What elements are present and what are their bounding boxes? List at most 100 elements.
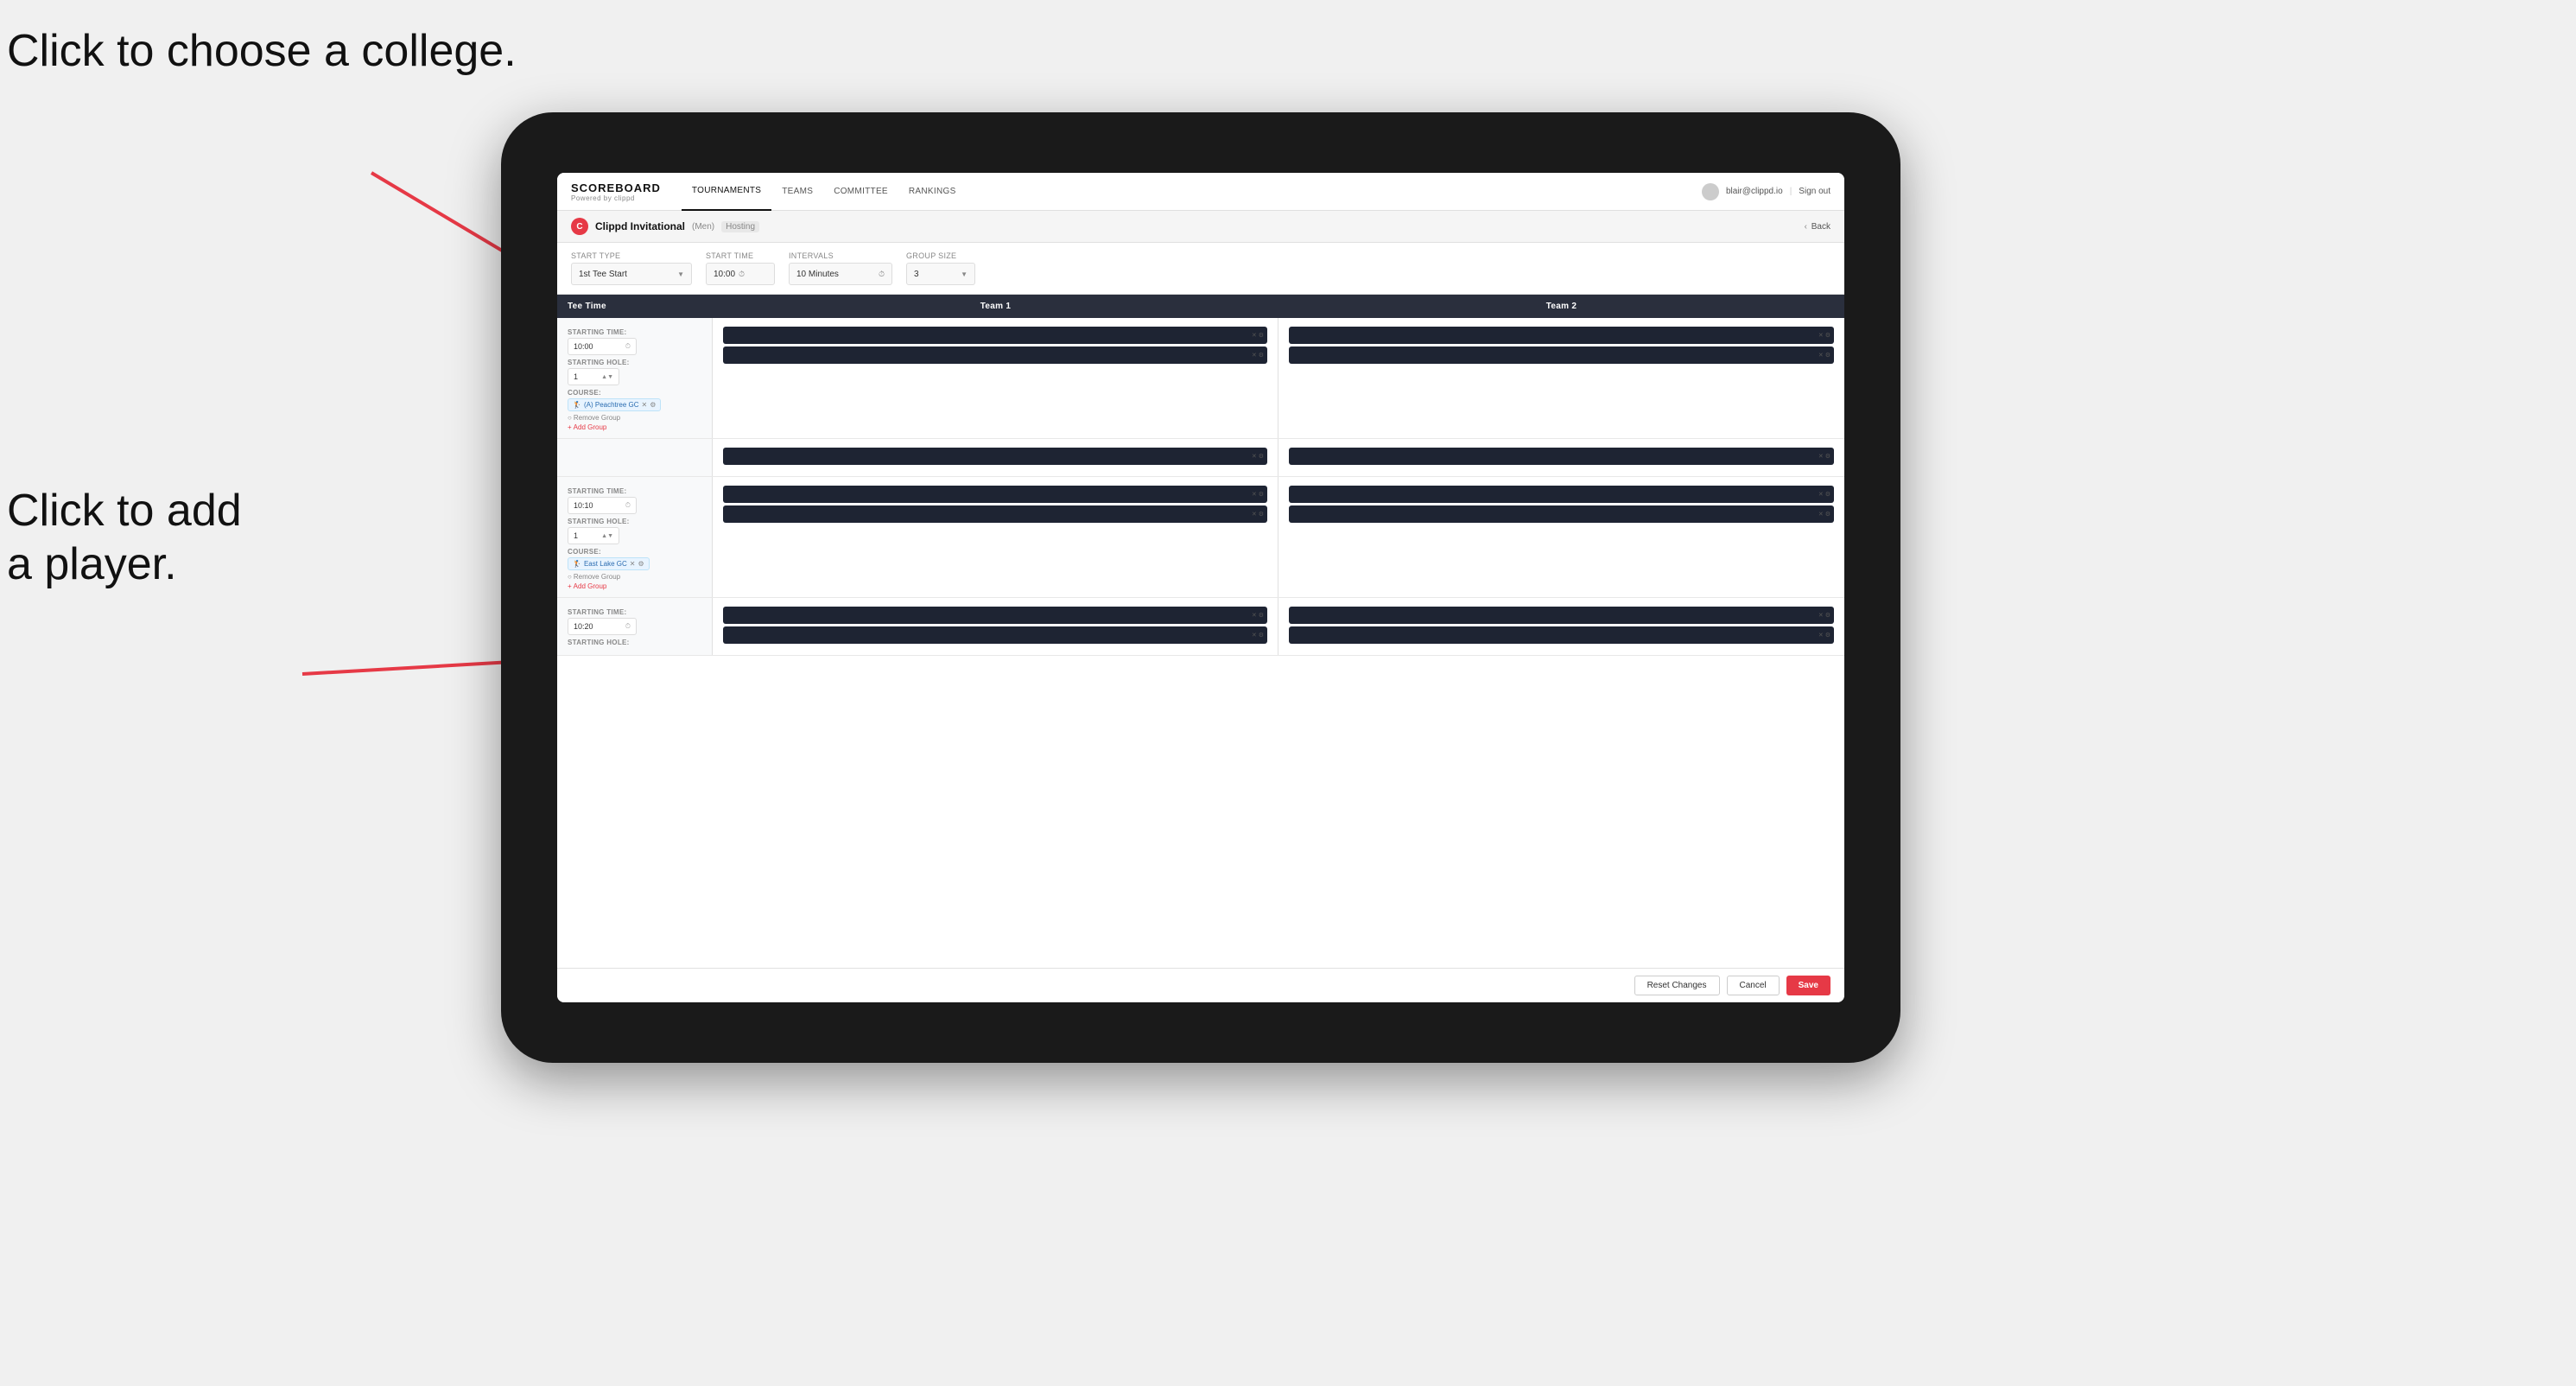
x-icon-3: ✕ xyxy=(1818,332,1824,339)
group-left-3: STARTING TIME: 10:20 ⏱ STARTING HOLE: xyxy=(557,598,713,655)
select-arrow-icon-4: ▲▼ xyxy=(601,533,613,539)
form-intervals: Intervals 10 Minutes ⏱ xyxy=(789,251,892,285)
add-icon-1: + xyxy=(568,423,572,431)
footer: Reset Changes Cancel Save xyxy=(557,968,1844,1002)
clock-icon: ⏱ xyxy=(739,270,745,279)
group-left-1b xyxy=(557,439,713,476)
course-row-1: 🏌 (A) Peachtree GC ✕ ⚙ xyxy=(568,398,701,411)
settings-icon-5[interactable]: ⚙ xyxy=(638,560,644,568)
course-tag-2[interactable]: 🏌 East Lake GC ✕ ⚙ xyxy=(568,557,650,570)
form-row: Start Type 1st Tee Start ▼ Start Time 10… xyxy=(557,243,1844,295)
player-slot-t1g1-2[interactable]: ✕ ⚙ xyxy=(723,346,1267,364)
form-group-size: Group Size 3 ▼ xyxy=(906,251,975,285)
remove-course-icon-1[interactable]: ✕ xyxy=(642,401,648,409)
starting-time-input-2[interactable]: 10:10 ⏱ xyxy=(568,497,637,514)
sign-out-link[interactable]: Sign out xyxy=(1799,187,1830,196)
annotation-choose-college: Click to choose a college. xyxy=(7,24,517,78)
player-slot-t1g1-1[interactable]: ✕ ⚙ xyxy=(723,327,1267,344)
clock-icon-5: ⏱ xyxy=(625,622,631,631)
player-slot-t2g1-2[interactable]: ✕ ⚙ xyxy=(1289,346,1834,364)
col-tee-time: Tee Time xyxy=(557,295,713,318)
starting-time-label-3: STARTING TIME: xyxy=(568,608,701,616)
team1-group2: ✕ ⚙ ✕ ⚙ xyxy=(713,477,1278,597)
back-chevron-icon: ‹ xyxy=(1805,222,1807,232)
player-slot-t2g1b-1[interactable]: ✕ ⚙ xyxy=(1289,448,1834,465)
team2-group1b: ✕ ⚙ xyxy=(1278,439,1844,476)
nav-link-committee[interactable]: COMMITTEE xyxy=(823,173,898,211)
x-icon-2: ✕ xyxy=(1252,352,1257,359)
start-type-select[interactable]: 1st Tee Start ▼ xyxy=(571,263,692,285)
nav-logo: SCOREBOARD Powered by clippd xyxy=(571,181,661,202)
player-slot-t2g2-2[interactable]: ✕ ⚙ xyxy=(1289,505,1834,523)
nav-bar: SCOREBOARD Powered by clippd TOURNAMENTS… xyxy=(557,173,1844,211)
col-team1: Team 1 xyxy=(713,295,1278,318)
add-group-link-2[interactable]: + Add Group xyxy=(568,582,701,590)
player-slot-t1g2-2[interactable]: ✕ ⚙ xyxy=(723,505,1267,523)
page-badge: (Men) xyxy=(692,222,714,232)
form-start-time: Start Time 10:00 ⏱ xyxy=(706,251,775,285)
remove-group-link-2[interactable]: ○ Remove Group xyxy=(568,573,701,581)
nav-link-teams[interactable]: TEAMS xyxy=(771,173,823,211)
page-header: C Clippd Invitational (Men) Hosting ‹ Ba… xyxy=(557,211,1844,243)
page-tag: Hosting xyxy=(721,221,759,232)
nav-link-tournaments[interactable]: TOURNAMENTS xyxy=(682,173,771,211)
annotation-add-player: Click to add a player. xyxy=(7,484,242,592)
starting-hole-select-2[interactable]: 1 ▲▼ xyxy=(568,527,619,544)
clippd-logo: C xyxy=(571,218,588,235)
group-row-3: STARTING TIME: 10:20 ⏱ STARTING HOLE: ✕ … xyxy=(557,598,1844,656)
starting-time-input-1[interactable]: 10:00 ⏱ xyxy=(568,338,637,355)
player-slot-t2g1-1[interactable]: ✕ ⚙ xyxy=(1289,327,1834,344)
course-tag-1[interactable]: 🏌 (A) Peachtree GC ✕ ⚙ xyxy=(568,398,661,411)
course-label-2: COURSE: xyxy=(568,548,701,556)
back-button[interactable]: ‹ Back xyxy=(1805,222,1830,232)
player-slot-t1g3-1[interactable]: ✕ ⚙ xyxy=(723,607,1267,624)
nav-right: blair@clippd.io | Sign out xyxy=(1702,183,1830,200)
starting-hole-select-1[interactable]: 1 ▲▼ xyxy=(568,368,619,385)
player-slot-t2g3-1[interactable]: ✕ ⚙ xyxy=(1289,607,1834,624)
nav-logo-sub: Powered by clippd xyxy=(571,194,661,202)
schedule-table: Tee Time Team 1 Team 2 STARTING TIME: 10… xyxy=(557,295,1844,968)
save-button[interactable]: Save xyxy=(1786,976,1830,995)
tablet-frame: SCOREBOARD Powered by clippd TOURNAMENTS… xyxy=(501,112,1900,1063)
x-icon: ✕ xyxy=(1252,332,1257,339)
team1-group1b: ✕ ⚙ xyxy=(713,439,1278,476)
clock-icon-3: ⏱ xyxy=(625,342,631,351)
player-slot-t1g2-1[interactable]: ✕ ⚙ xyxy=(723,486,1267,503)
player-slot-t2g3-2[interactable]: ✕ ⚙ xyxy=(1289,626,1834,644)
col-team2: Team 2 xyxy=(1278,295,1844,318)
remove-group-link-1[interactable]: ○ Remove Group xyxy=(568,414,701,422)
team1-group3: ✕ ⚙ ✕ ⚙ xyxy=(713,598,1278,655)
select-arrow-icon-3: ▲▼ xyxy=(601,374,613,380)
nav-logo-title: SCOREBOARD xyxy=(571,181,661,194)
group-size-select[interactable]: 3 ▼ xyxy=(906,263,975,285)
nav-links: TOURNAMENTS TEAMS COMMITTEE RANKINGS xyxy=(682,173,1702,211)
nav-link-rankings[interactable]: RANKINGS xyxy=(898,173,967,211)
select-arrow-icon-2: ▼ xyxy=(961,270,968,278)
player-slot-t1g1b-1[interactable]: ✕ ⚙ xyxy=(723,448,1267,465)
clock-icon-4: ⏱ xyxy=(625,501,631,510)
select-arrow-icon: ▼ xyxy=(677,270,684,278)
remove-course-icon-2[interactable]: ✕ xyxy=(630,560,636,568)
intervals-select[interactable]: 10 Minutes ⏱ xyxy=(789,263,892,285)
tablet-screen: SCOREBOARD Powered by clippd TOURNAMENTS… xyxy=(557,173,1844,1002)
group-size-label: Group Size xyxy=(906,251,975,260)
intervals-label: Intervals xyxy=(789,251,892,260)
starting-hole-label-1: STARTING HOLE: xyxy=(568,359,701,366)
player-slot-t2g2-1[interactable]: ✕ ⚙ xyxy=(1289,486,1834,503)
settings-icon-1[interactable]: ⚙ xyxy=(650,401,656,409)
course-label-1: COURSE: xyxy=(568,389,701,397)
starting-time-label-1: STARTING TIME: xyxy=(568,328,701,336)
starting-time-label-2: STARTING TIME: xyxy=(568,487,701,495)
starting-hole-label-3: STARTING HOLE: xyxy=(568,639,701,646)
settings-icon-4: ⚙ xyxy=(1825,352,1830,359)
starting-hole-label-2: STARTING HOLE: xyxy=(568,518,701,525)
start-time-label: Start Time xyxy=(706,251,775,260)
settings-icon-2: ⚙ xyxy=(1259,352,1264,359)
start-time-input[interactable]: 10:00 ⏱ xyxy=(706,263,775,285)
cancel-button[interactable]: Cancel xyxy=(1727,976,1780,995)
course-row-2: 🏌 East Lake GC ✕ ⚙ xyxy=(568,557,701,570)
starting-time-input-3[interactable]: 10:20 ⏱ xyxy=(568,618,637,635)
add-group-link-1[interactable]: + Add Group xyxy=(568,423,701,431)
reset-button[interactable]: Reset Changes xyxy=(1634,976,1720,995)
player-slot-t1g3-2[interactable]: ✕ ⚙ xyxy=(723,626,1267,644)
